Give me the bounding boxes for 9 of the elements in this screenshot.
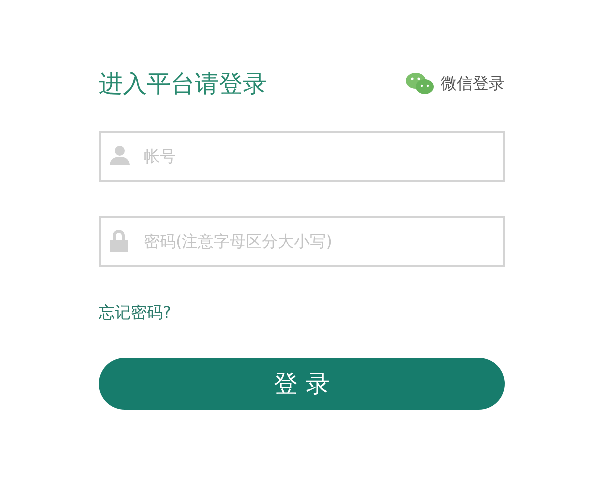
user-icon xyxy=(109,145,131,165)
username-field[interactable]: 帐号 xyxy=(99,131,505,182)
wechat-login-link[interactable]: 微信登录 xyxy=(405,72,505,96)
password-field[interactable]: 密码(注意字母区分大小写) xyxy=(99,216,505,267)
login-button[interactable]: 登 录 xyxy=(99,358,505,410)
login-title: 进入平台请登录 xyxy=(99,69,267,100)
chat-bubbles-icon xyxy=(405,72,435,96)
forgot-password-link[interactable]: 忘记密码? xyxy=(99,301,172,325)
lock-icon xyxy=(109,230,129,252)
